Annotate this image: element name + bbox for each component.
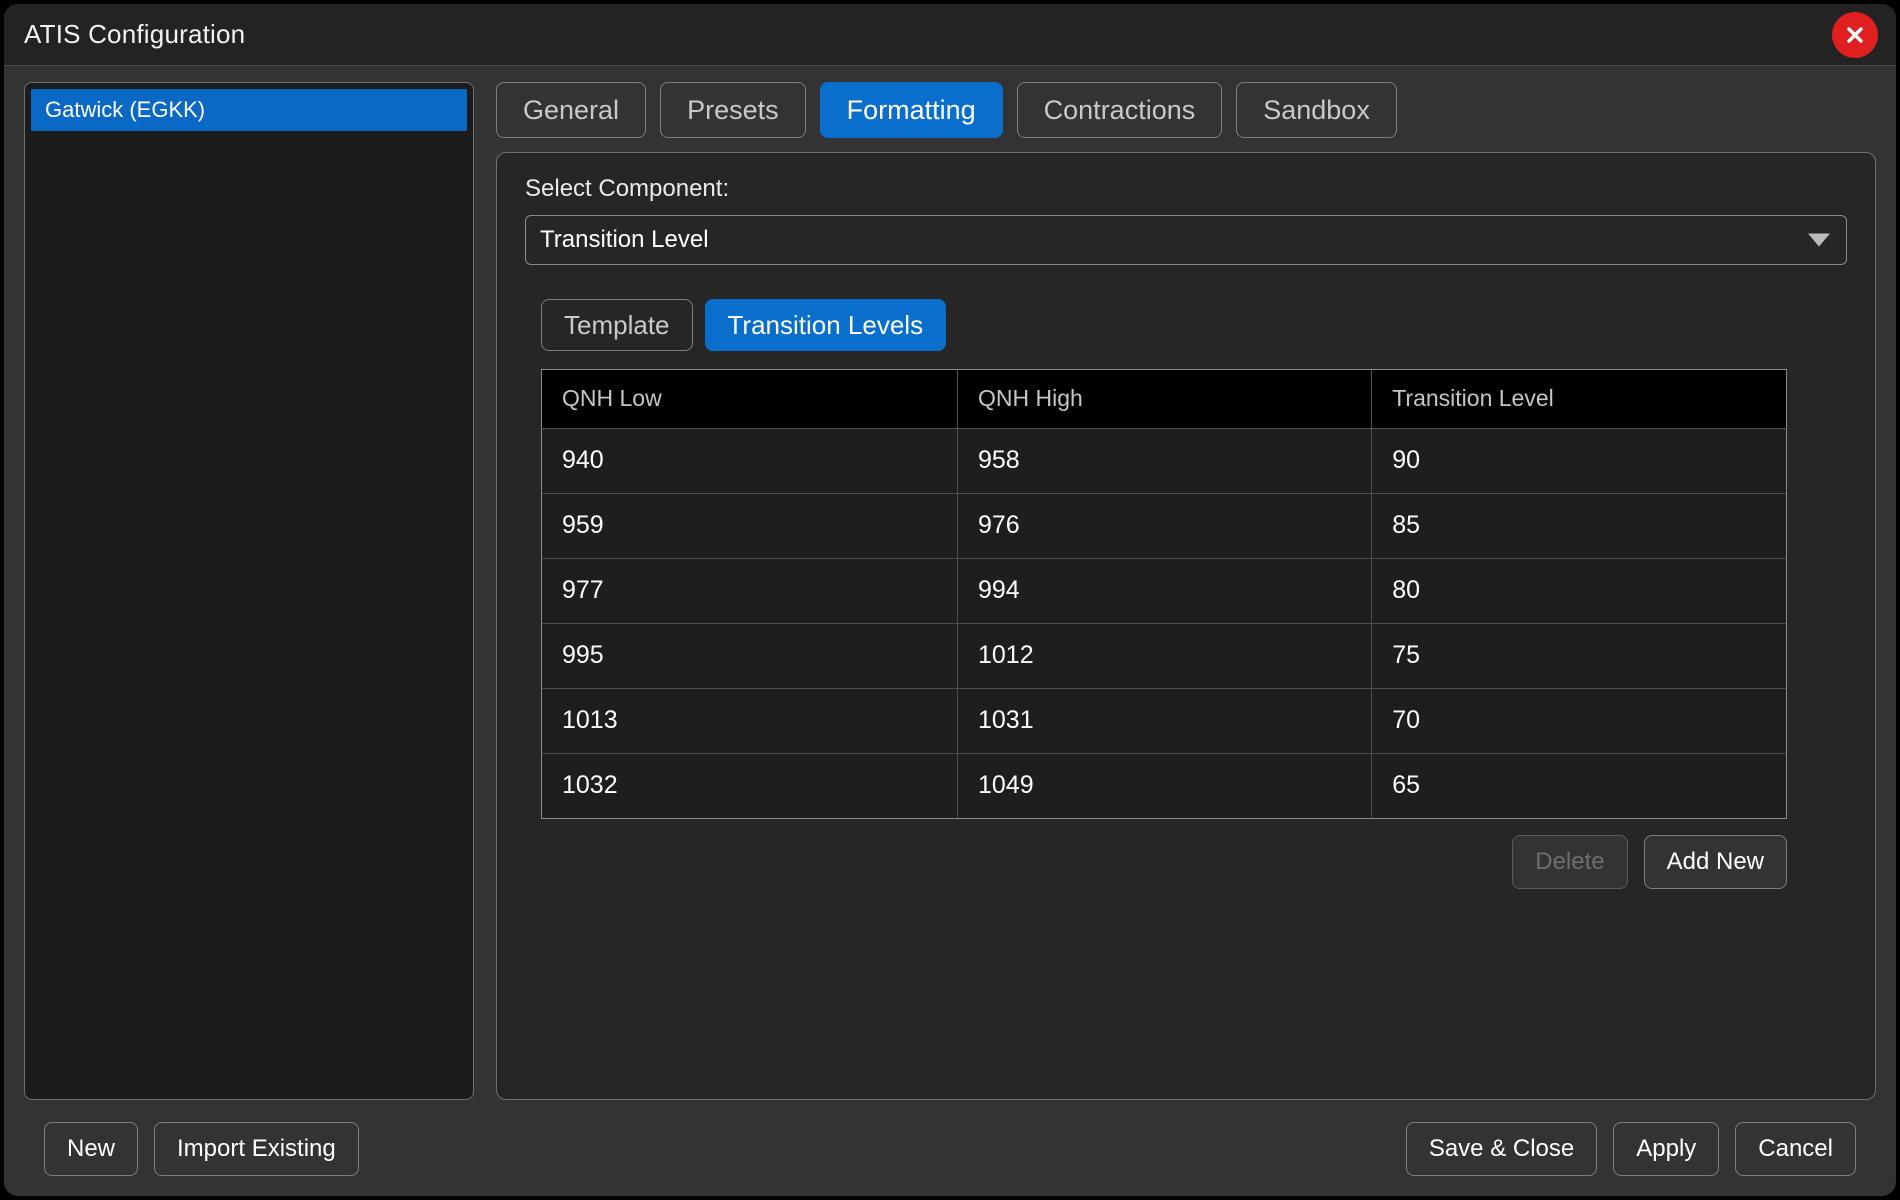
transition-levels-table-wrap: QNH Low QNH High Transition Level 940 95… — [541, 369, 1787, 819]
cell-qnh-low[interactable]: 995 — [542, 623, 957, 688]
column-header-transition-level: Transition Level — [1372, 370, 1786, 428]
close-window-button[interactable] — [1832, 12, 1878, 58]
cancel-button[interactable]: Cancel — [1735, 1122, 1856, 1176]
select-component-label: Select Component: — [525, 175, 1847, 215]
tab-contractions[interactable]: Contractions — [1017, 82, 1223, 138]
cell-qnh-low[interactable]: 1013 — [542, 688, 957, 753]
table-row[interactable]: 1013 1031 70 — [542, 688, 1786, 753]
sidebar: Gatwick (EGKK) — [24, 82, 474, 1100]
content-row: Gatwick (EGKK) General Presets Formattin… — [24, 82, 1876, 1100]
cell-qnh-low[interactable]: 940 — [542, 428, 957, 493]
cell-transition-level[interactable]: 70 — [1372, 688, 1786, 753]
table-row[interactable]: 940 958 90 — [542, 428, 1786, 493]
column-header-qnh-high: QNH High — [957, 370, 1371, 428]
subtab-transition-levels-label: Transition Levels — [728, 310, 924, 341]
cell-qnh-high[interactable]: 1049 — [957, 753, 1371, 818]
cancel-label: Cancel — [1758, 1135, 1833, 1163]
tab-sandbox-label: Sandbox — [1263, 95, 1370, 126]
close-icon — [1842, 22, 1868, 48]
table-header-row: QNH Low QNH High Transition Level — [542, 370, 1786, 428]
save-and-close-label: Save & Close — [1429, 1135, 1574, 1163]
profile-list[interactable]: Gatwick (EGKK) — [24, 82, 474, 1100]
save-and-close-button[interactable]: Save & Close — [1406, 1122, 1597, 1176]
table-row[interactable]: 977 994 80 — [542, 558, 1786, 623]
cell-transition-level[interactable]: 85 — [1372, 493, 1786, 558]
component-select-value: Transition Level — [540, 226, 709, 254]
table-actions: Delete Add New — [541, 835, 1787, 889]
delete-row-label: Delete — [1535, 848, 1604, 876]
column-header-qnh-low: QNH Low — [542, 370, 957, 428]
sub-tab-bar: Template Transition Levels — [525, 265, 1847, 351]
transition-levels-table: QNH Low QNH High Transition Level 940 95… — [542, 370, 1786, 818]
add-new-row-label: Add New — [1667, 848, 1764, 876]
add-new-row-button[interactable]: Add New — [1644, 835, 1787, 889]
tab-presets-label: Presets — [687, 95, 779, 126]
window-title: ATIS Configuration — [24, 19, 245, 50]
tab-general[interactable]: General — [496, 82, 646, 138]
cell-transition-level[interactable]: 90 — [1372, 428, 1786, 493]
cell-transition-level[interactable]: 75 — [1372, 623, 1786, 688]
new-profile-button[interactable]: New — [44, 1122, 138, 1176]
tab-formatting-label: Formatting — [847, 95, 976, 126]
cell-qnh-high[interactable]: 1031 — [957, 688, 1371, 753]
tab-presets[interactable]: Presets — [660, 82, 806, 138]
tab-formatting[interactable]: Formatting — [820, 82, 1003, 138]
import-existing-label: Import Existing — [177, 1135, 336, 1163]
cell-transition-level[interactable]: 80 — [1372, 558, 1786, 623]
footer-spacer — [375, 1122, 1390, 1176]
tab-bar: General Presets Formatting Contractions … — [496, 82, 1876, 152]
apply-label: Apply — [1636, 1135, 1696, 1163]
apply-button[interactable]: Apply — [1613, 1122, 1719, 1176]
table-row[interactable]: 1032 1049 65 — [542, 753, 1786, 818]
tab-contractions-label: Contractions — [1044, 95, 1196, 126]
table-body: 940 958 90 959 976 85 97 — [542, 428, 1786, 818]
import-existing-button[interactable]: Import Existing — [154, 1122, 359, 1176]
table-row[interactable]: 995 1012 75 — [542, 623, 1786, 688]
table-row[interactable]: 959 976 85 — [542, 493, 1786, 558]
new-profile-label: New — [67, 1135, 115, 1163]
chevron-down-icon — [1808, 234, 1830, 247]
delete-row-button[interactable]: Delete — [1512, 835, 1627, 889]
main-panel: General Presets Formatting Contractions … — [496, 82, 1876, 1100]
cell-qnh-low[interactable]: 959 — [542, 493, 957, 558]
subtab-template-label: Template — [564, 310, 670, 341]
cell-qnh-high[interactable]: 958 — [957, 428, 1371, 493]
title-bar: ATIS Configuration — [4, 4, 1896, 66]
cell-transition-level[interactable]: 65 — [1372, 753, 1786, 818]
formatting-panel: Select Component: Transition Level Templ… — [496, 152, 1876, 1100]
tab-sandbox[interactable]: Sandbox — [1236, 82, 1397, 138]
profile-item-label: Gatwick (EGKK) — [45, 97, 205, 123]
footer-bar: New Import Existing Save & Close Apply C… — [24, 1100, 1876, 1196]
component-select[interactable]: Transition Level — [525, 215, 1847, 265]
subtab-transition-levels[interactable]: Transition Levels — [705, 299, 947, 351]
cell-qnh-high[interactable]: 1012 — [957, 623, 1371, 688]
tab-general-label: General — [523, 95, 619, 126]
sidebar-item-gatwick[interactable]: Gatwick (EGKK) — [31, 89, 467, 131]
atis-configuration-window: ATIS Configuration Gatwick (EGKK) — [4, 4, 1896, 1196]
subtab-template[interactable]: Template — [541, 299, 693, 351]
cell-qnh-low[interactable]: 1032 — [542, 753, 957, 818]
window-body: Gatwick (EGKK) General Presets Formattin… — [4, 66, 1896, 1196]
cell-qnh-low[interactable]: 977 — [542, 558, 957, 623]
cell-qnh-high[interactable]: 976 — [957, 493, 1371, 558]
cell-qnh-high[interactable]: 994 — [957, 558, 1371, 623]
table-head: QNH Low QNH High Transition Level — [542, 370, 1786, 428]
